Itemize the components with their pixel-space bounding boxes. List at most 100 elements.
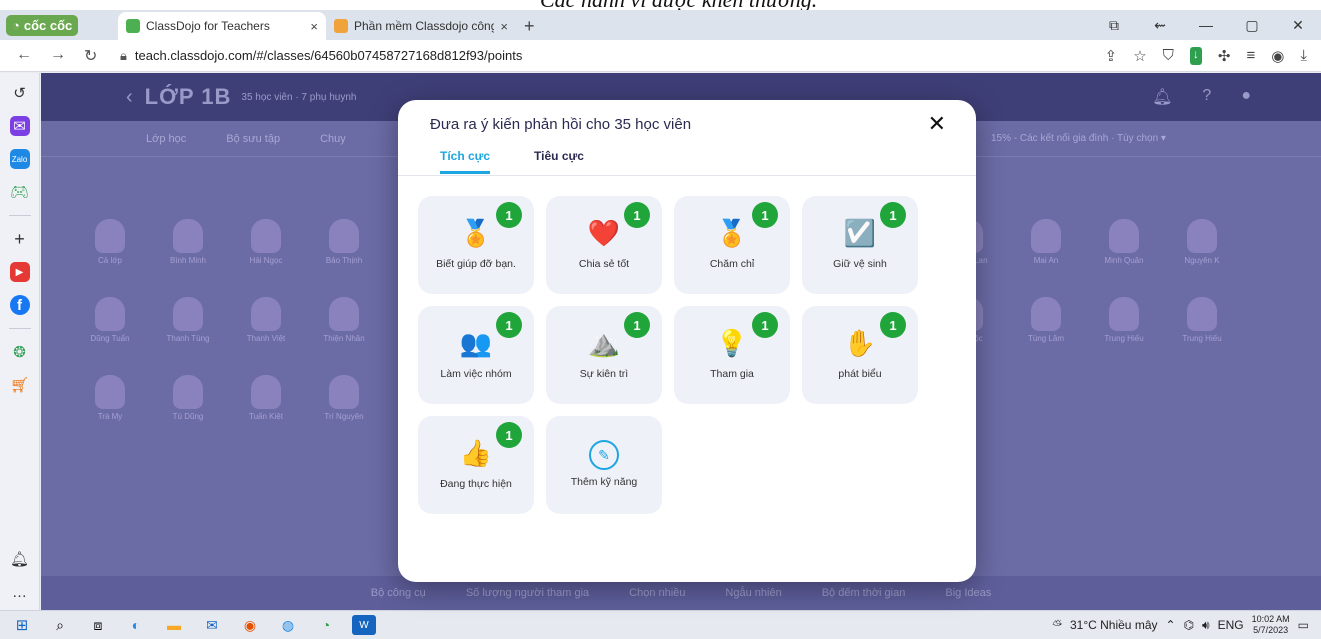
student-card[interactable]: Bảo Thịnh: [305, 213, 383, 265]
downloads-icon[interactable]: ⤓: [1300, 47, 1307, 65]
url-field[interactable]: 🔒︎ teach.classdojo.com/#/classes/64560b0…: [120, 48, 1105, 64]
tab-negative[interactable]: Tiêu cực: [534, 149, 584, 174]
history-icon[interactable]: ↺: [10, 83, 30, 103]
student-name: Tùng Lâm: [1027, 334, 1065, 343]
download-badge-icon[interactable]: ↓: [1189, 46, 1202, 65]
notifications-icon[interactable]: ▭: [1298, 618, 1309, 632]
reload-icon[interactable]: ↻: [84, 46, 97, 66]
bookmark-star-icon[interactable]: ☆: [1133, 47, 1146, 65]
select-multiple-button[interactable]: Chọn nhiều: [629, 587, 685, 599]
tab-close-icon[interactable]: ×: [310, 19, 318, 34]
network-icon[interactable]: ⌬: [1184, 618, 1194, 632]
student-card[interactable]: Nguyên K: [1163, 213, 1241, 265]
share-icon[interactable]: ⇪: [1105, 47, 1118, 65]
student-card[interactable]: Tú Dũng: [149, 369, 227, 421]
weather-text[interactable]: 31°C Nhiều mây: [1070, 618, 1158, 632]
maximize-icon[interactable]: ▢: [1229, 17, 1275, 34]
student-card[interactable]: Thanh Việt: [227, 291, 305, 343]
back-icon[interactable]: ←: [16, 46, 32, 66]
reading-mode-icon[interactable]: ⧉: [1091, 17, 1137, 34]
file-explorer-icon[interactable]: ▬: [162, 615, 186, 635]
student-card[interactable]: Minh Quân: [1085, 213, 1163, 265]
skill-card[interactable]: 1 🏅 Biết giúp đỡ bạn.: [418, 196, 534, 294]
student-card[interactable]: Dũng Tuấn: [71, 291, 149, 343]
skill-card[interactable]: 1 ☑️ Giữ vệ sinh: [802, 196, 918, 294]
task-view-icon[interactable]: ⧈: [86, 615, 110, 635]
skill-card[interactable]: 1 ✋ phát biểu: [802, 306, 918, 404]
profile-icon[interactable]: ◉: [1271, 47, 1284, 65]
skill-card[interactable]: 1 🏅 Chăm chỉ: [674, 196, 790, 294]
reading-list-icon[interactable]: ≡: [1247, 47, 1256, 65]
minimize-icon[interactable]: —: [1183, 17, 1229, 33]
student-card[interactable]: Mai An: [1007, 213, 1085, 265]
game-icon[interactable]: 🎮︎: [10, 182, 30, 202]
help-icon[interactable]: ?: [1202, 87, 1211, 107]
language-indicator[interactable]: ENG: [1218, 618, 1244, 632]
shopping-icon[interactable]: 🛒︎: [10, 375, 30, 395]
tab-classdojo-guide[interactable]: Phần mềm Classdojo công c ×: [326, 12, 516, 40]
student-card[interactable]: Trung Hiếu: [1085, 291, 1163, 343]
back-arrow-icon[interactable]: ⇜: [1137, 17, 1183, 34]
skill-card[interactable]: 1 ⛰️ Sự kiên trì: [546, 306, 662, 404]
skill-card[interactable]: 1 👥 Làm việc nhóm: [418, 306, 534, 404]
edge-icon[interactable]: ◐: [124, 615, 148, 635]
back-chevron-icon[interactable]: ‹: [126, 86, 133, 109]
weather-icon: ⛅︎: [1052, 617, 1062, 632]
family-connections[interactable]: 15% - Các kết nối gia đình · Tùy chọn ▾: [991, 133, 1166, 144]
coccoc-taskbar-icon[interactable]: ◔: [314, 615, 338, 635]
bell-icon[interactable]: 🔔︎: [1152, 87, 1172, 107]
search-icon[interactable]: ⌕: [48, 615, 72, 635]
tab-positive[interactable]: Tích cực: [440, 149, 491, 174]
lock-icon: 🔒︎: [120, 47, 127, 63]
tab-close-icon[interactable]: ×: [500, 19, 508, 34]
add-icon[interactable]: +: [10, 229, 30, 249]
skill-card[interactable]: 1 💡 Tham gia: [674, 306, 790, 404]
coccoc-game-icon[interactable]: ❂: [10, 342, 30, 362]
student-card[interactable]: Thanh Tùng: [149, 291, 227, 343]
student-card[interactable]: Tùng Lâm: [1007, 291, 1085, 343]
browser-brand[interactable]: ◔ cốc cốc: [0, 10, 118, 40]
mail-icon[interactable]: ✉: [200, 615, 224, 635]
student-card[interactable]: Trí Nguyên: [305, 369, 383, 421]
shield-icon[interactable]: ⛉: [1163, 47, 1174, 65]
forward-icon[interactable]: →: [50, 46, 66, 66]
toolkit-button[interactable]: Bộ công cụ: [371, 587, 426, 599]
word-icon[interactable]: W: [352, 615, 376, 635]
big-ideas-button[interactable]: Big Ideas: [945, 587, 991, 599]
more-icon[interactable]: …: [10, 582, 30, 602]
nav-more[interactable]: Chuy: [320, 133, 346, 145]
zalo-icon[interactable]: Zalo: [9, 149, 30, 169]
skill-card[interactable]: 1 ❤️ Chia sẻ tốt: [546, 196, 662, 294]
student-card[interactable]: Hải Ngọc: [227, 213, 305, 265]
nav-portfolio[interactable]: Bộ sưu tập: [226, 133, 280, 145]
student-card[interactable]: Cả lớp: [71, 213, 149, 265]
student-card[interactable]: Trà My: [71, 369, 149, 421]
notification-bell-icon[interactable]: 🔔︎: [10, 549, 30, 569]
extensions-icon[interactable]: ✣: [1218, 47, 1231, 65]
student-card[interactable]: Thiện Nhân: [305, 291, 383, 343]
facebook-icon[interactable]: f: [9, 295, 30, 315]
clock[interactable]: 10:02 AM 5/7/2023: [1252, 614, 1290, 636]
skill-card[interactable]: 1 👍 Đang thực hiện: [418, 416, 534, 514]
random-button[interactable]: Ngẫu nhiên: [725, 587, 781, 599]
close-window-icon[interactable]: ✕: [1275, 17, 1321, 34]
tab-classdojo[interactable]: ClassDojo for Teachers ×: [118, 12, 326, 40]
avatar[interactable]: ●: [1241, 87, 1251, 107]
volume-icon[interactable]: 🔊︎: [1202, 618, 1210, 633]
student-card[interactable]: Bình Minh: [149, 213, 227, 265]
add-skill-button[interactable]: ✎ Thêm kỹ năng: [546, 416, 662, 514]
nav-classroom[interactable]: Lớp học: [146, 133, 186, 145]
new-tab-button[interactable]: +: [516, 12, 543, 40]
window-controls: ⧉ ⇜ — ▢ ✕: [1091, 10, 1321, 40]
messenger-icon[interactable]: ✉: [9, 116, 30, 136]
attendance-button[interactable]: Số lượng người tham gia: [466, 587, 589, 599]
tray-chevron-icon[interactable]: ⌃: [1166, 618, 1176, 632]
student-card[interactable]: Trung Hiếu: [1163, 291, 1241, 343]
student-card[interactable]: Tuấn Kiệt: [227, 369, 305, 421]
timer-button[interactable]: Bộ đếm thời gian: [822, 587, 906, 599]
youtube-icon[interactable]: ▶: [9, 262, 30, 282]
close-icon[interactable]: ✕: [928, 111, 946, 137]
firefox-icon[interactable]: ◉: [238, 615, 262, 635]
windows-start-icon[interactable]: ⊞: [10, 615, 34, 635]
zalo-taskbar-icon[interactable]: ◍: [276, 615, 300, 635]
